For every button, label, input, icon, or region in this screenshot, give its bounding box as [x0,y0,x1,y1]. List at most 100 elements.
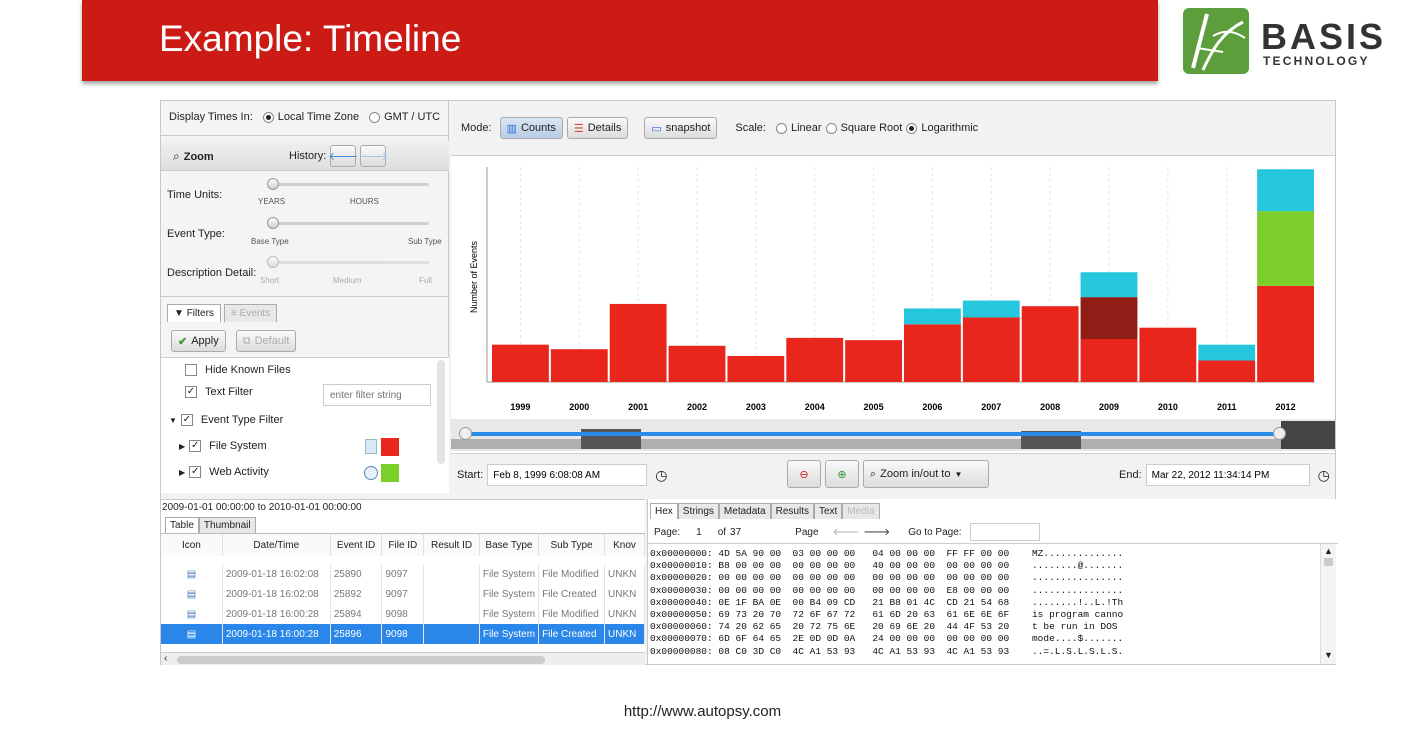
filter-scrollbar[interactable] [437,360,445,464]
tab-hex[interactable]: Hex [650,503,678,519]
range-start-handle[interactable] [459,427,472,440]
collapse-arrow-icon[interactable]: ▶ [179,468,185,477]
tab-media[interactable]: Media [842,503,880,519]
zoom-inout-dropdown[interactable]: ⌕ Zoom in/out to ▼ [863,460,989,488]
bar-2007-s0[interactable] [962,317,1020,383]
table-row[interactable]: ▤ 2009-01-18 16:02:08 25892 9097 File System… [161,584,645,604]
range-slider[interactable] [451,419,1335,451]
bar-2003-s0[interactable] [727,355,785,382]
event-count-chart[interactable]: Number of Events 1999 2000 2001 2002 2003 2004… [451,157,1335,422]
tab-thumbnail[interactable]: Thumbnail [198,517,256,533]
bar-2000-s0[interactable] [550,349,608,382]
bar-1999-s0[interactable] [492,344,549,382]
bar-2006-s0[interactable] [904,324,961,382]
bar-2009-s3[interactable] [1080,272,1138,298]
hex-dump[interactable]: 0x00000000: 4D 5A 90 00 03 00 00 00 04 0… [648,543,1338,664]
description-detail-slider[interactable] [267,256,429,268]
bar-2011-s3[interactable] [1198,344,1256,361]
bar-2010-s0[interactable] [1139,327,1197,382]
sqrt-radio[interactable] [825,122,837,134]
scroll-left-icon[interactable]: ‹ [164,653,167,664]
snapshot-button[interactable]: ▭ snapshot [644,117,718,139]
collapse-arrow-icon[interactable]: ▶ [179,442,185,451]
goto-page-input[interactable] [969,523,1040,541]
bar-2009-s0[interactable] [1080,339,1138,382]
event-type-knob[interactable] [267,217,279,229]
col-icon[interactable]: Icon [161,534,223,556]
col-result-id[interactable]: Result ID [423,534,480,556]
prev-page-icon[interactable]: 🡐 [833,526,860,538]
cell-event-id: 25894 [330,604,383,624]
scrollbar-thumb[interactable] [177,656,545,664]
gmt-radio[interactable] [369,111,381,123]
file-system-color-swatch[interactable] [381,438,399,456]
start-date-input[interactable] [487,464,648,486]
text-filter-checkbox[interactable]: ✓ [185,386,197,398]
table-row-selected[interactable]: ▤ 2009-01-18 16:00:28 25896 9098 File System… [161,624,645,644]
tab-text[interactable]: Text [813,503,843,519]
tab-events[interactable]: ≡ Events [223,304,278,322]
history-forward-button[interactable]: 🡒 [359,145,388,167]
bar-2006-s3[interactable] [904,308,961,325]
range-end-handle[interactable] [1273,427,1286,440]
bar-2012-s0[interactable] [1257,285,1314,382]
col-sub-type[interactable]: Sub Type [538,534,606,556]
bar-2005-s0[interactable] [845,340,902,382]
table-row[interactable]: ▤ 2009-01-18 16:02:08 25890 9097 File System… [161,564,645,584]
next-page-icon[interactable]: 🡒 [863,526,890,538]
horizontal-scrollbar[interactable]: ‹ [161,652,645,665]
zoom-in-button[interactable]: ⊕ [825,460,859,488]
scroll-up-icon[interactable]: ▲ [1324,546,1333,556]
hex-scrollbar[interactable]: ▲ ▼ [1320,544,1336,664]
details-button[interactable]: ☰ Details [566,117,629,139]
bar-2011-s0[interactable] [1198,360,1256,383]
bar-2004-s0[interactable] [786,337,844,382]
col-event-id[interactable]: Event ID [330,534,383,556]
tab-filters[interactable]: ▼ Filters [167,304,221,322]
tab-results[interactable]: Results [770,503,814,519]
hide-known-files-checkbox[interactable] [185,364,197,376]
bar-2008-s0[interactable] [1021,306,1079,382]
expand-arrow-icon[interactable]: ▼ [169,416,177,425]
local-tz-radio[interactable] [262,111,274,123]
history-back-button[interactable]: 🡐 [329,145,358,167]
file-system-checkbox[interactable]: ✓ [189,440,202,452]
counts-button[interactable]: ▥ Counts [499,117,563,139]
text-filter-input[interactable] [323,384,431,406]
bar-2001-s0[interactable] [609,303,667,382]
event-type-filter-checkbox[interactable]: ✓ [180,414,193,426]
clock-icon[interactable]: ◷ [655,467,667,484]
web-activity-checkbox[interactable]: ✓ [189,466,202,478]
tab-metadata[interactable]: Metadata [718,503,771,519]
zoom-out-button[interactable]: ⊖ [787,460,821,488]
tab-table[interactable]: Table [165,517,199,533]
bar-2007-s3[interactable] [962,300,1020,318]
log-radio[interactable] [906,122,918,134]
end-date-input[interactable] [1145,464,1310,486]
time-units-slider[interactable] [267,178,429,190]
clock-icon[interactable]: ◷ [1318,467,1330,484]
bar-2002-s0[interactable] [668,345,726,382]
col-known[interactable]: Knov [604,534,645,556]
apply-button[interactable]: ✔ Apply [171,330,226,352]
footer-url[interactable]: http://www.autopsy.com [0,703,1405,720]
scroll-down-icon[interactable]: ▼ [1324,650,1333,660]
web-activity-color-swatch[interactable] [381,464,399,482]
hide-known-files-label: Hide Known Files [205,364,291,376]
bar-2009-s1[interactable] [1080,297,1138,339]
default-button[interactable]: ⧉ Default [235,330,297,352]
col-datetime[interactable]: Date/Time [222,534,331,556]
bar-2012-s3[interactable] [1257,169,1314,212]
event-type-slider[interactable] [267,217,429,229]
bar-2012-s2[interactable] [1257,211,1314,286]
linear-radio[interactable] [775,122,787,134]
zoom-search-icon: ⌕ [173,149,180,163]
x-tick-label: 2003 [746,402,766,412]
description-detail-knob[interactable] [267,256,279,268]
table-row[interactable]: ▤ 2009-01-18 16:00:28 25894 9098 File System… [161,604,645,624]
hex-scrollbar-thumb[interactable] [1324,558,1333,566]
tab-strings[interactable]: Strings [677,503,719,519]
time-units-knob[interactable] [267,178,279,190]
col-base-type[interactable]: Base Type [479,534,540,556]
col-file-id[interactable]: File ID [381,534,425,556]
